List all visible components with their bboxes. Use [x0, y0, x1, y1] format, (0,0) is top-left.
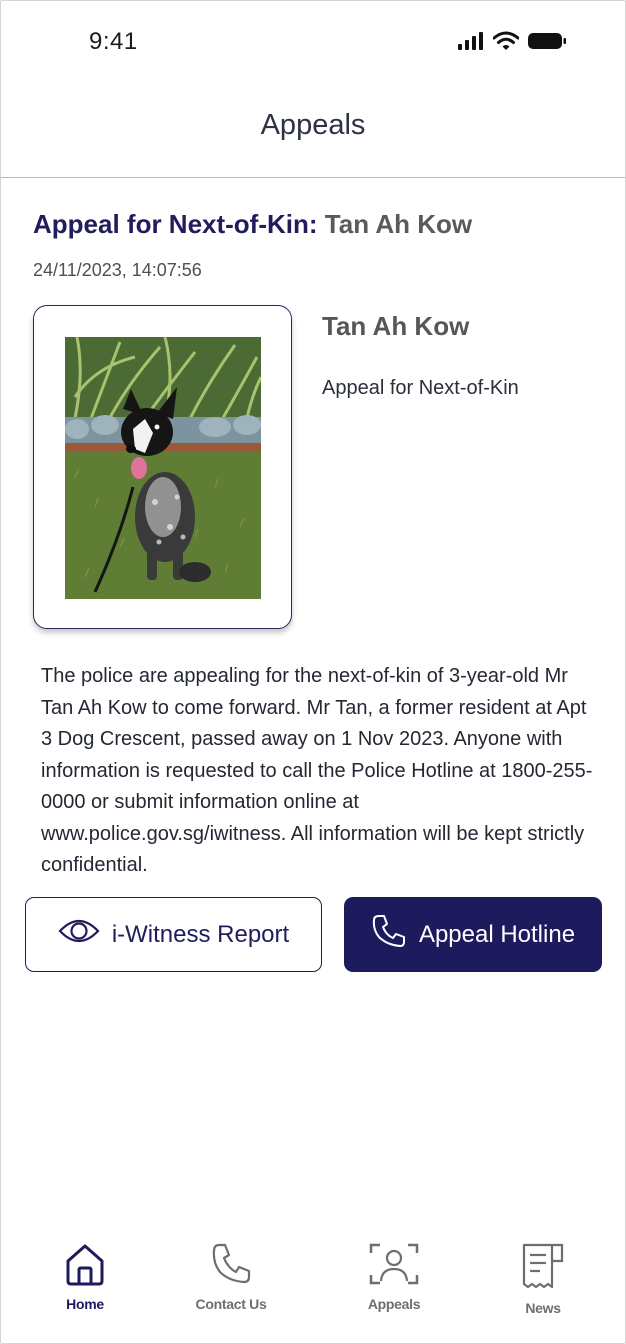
nav-appeals-label: Appeals [367, 1296, 421, 1312]
appeal-kind: Appeal for Next-of-Kin: [33, 209, 318, 239]
wifi-icon [492, 31, 520, 56]
appeal-subject-name: Tan Ah Kow [324, 209, 473, 239]
nav-news-label: News [525, 1300, 561, 1316]
appeal-heading: Appeal for Next-of-Kin: Tan Ah Kow [33, 209, 472, 240]
appeal-hotline-button[interactable]: Appeal Hotline [344, 897, 602, 972]
app-screen: 9:41 Appeals Appeal for Next-of-Kin: Tan… [0, 0, 626, 1344]
nav-appeals[interactable]: Appeals [339, 1241, 449, 1312]
battery-icon [527, 31, 567, 56]
nav-news[interactable]: News [488, 1241, 598, 1316]
photo-card [33, 305, 292, 629]
page-title: Appeals [260, 109, 366, 141]
appeal-timestamp: 24/11/2023, 14:07:56 [33, 260, 202, 280]
iwitness-report-label: i-Witness Report [111, 920, 290, 948]
subject-photo [65, 337, 261, 599]
nav-contact-us[interactable]: Contact Us [176, 1241, 286, 1312]
status-time: 9:41 [89, 28, 138, 55]
nav-contact-us-label: Contact Us [195, 1296, 267, 1312]
appeal-hotline-label: Appeal Hotline [418, 920, 576, 948]
person-scan-icon [367, 1241, 421, 1290]
iwitness-report-button[interactable]: i-Witness Report [25, 897, 322, 972]
nav-home-label: Home [66, 1296, 104, 1312]
status-bar: 9:41 [1, 1, 625, 81]
phone-icon [371, 913, 407, 956]
bottom-nav: Home Contact Us Appeals News [1, 1231, 625, 1331]
eye-icon [58, 917, 100, 952]
news-icon [518, 1241, 568, 1294]
nav-home[interactable]: Home [30, 1241, 140, 1312]
phone-icon [210, 1241, 252, 1290]
home-icon [64, 1241, 106, 1290]
appeal-description: The police are appealing for the next-of… [41, 665, 593, 876]
status-icons [457, 31, 567, 56]
top-header: Appeals [1, 81, 625, 178]
appeal-type: Appeal for Next-of-Kin [322, 377, 519, 399]
subject-name: Tan Ah Kow [322, 311, 470, 341]
signal-icon [457, 31, 485, 56]
